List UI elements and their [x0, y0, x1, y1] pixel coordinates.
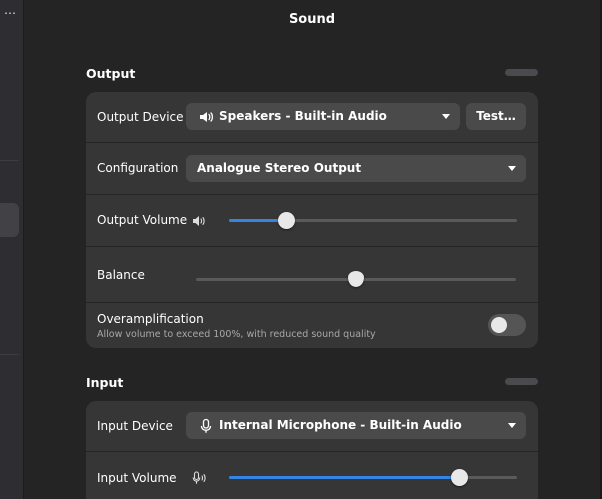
input-volume-slider[interactable]	[229, 469, 517, 487]
microphone-icon	[200, 418, 212, 433]
output-device-value: Speakers - Built-in Audio	[219, 109, 387, 123]
slider-handle[interactable]	[278, 212, 296, 229]
chevron-down-icon	[442, 114, 450, 119]
input-device-dropdown[interactable]: Internal Microphone - Built-in Audio	[186, 412, 526, 439]
switch-thumb	[491, 317, 507, 333]
output-device-dropdown[interactable]: Speakers - Built-in Audio	[186, 103, 460, 130]
input-volume-row: Input Volume	[86, 452, 538, 499]
input-device-label: Input Device	[97, 419, 173, 433]
test-button[interactable]: Test…	[466, 103, 526, 130]
balance-row: Balance	[86, 247, 538, 302]
microphone-volume-icon	[192, 471, 206, 484]
balance-slider[interactable]	[196, 271, 516, 289]
overamplification-switch[interactable]	[488, 314, 526, 336]
output-volume-slider[interactable]	[229, 212, 517, 230]
input-heading: Input	[86, 375, 124, 390]
output-section-indicator	[505, 69, 538, 76]
input-device-row: Input Device Internal Microphone - Built…	[86, 401, 538, 451]
page-title: Sound	[288, 12, 336, 27]
speaker-volume-icon	[193, 216, 205, 226]
sidebar-menu-icon[interactable]: ⋯	[0, 6, 16, 20]
overamplification-label: Overamplification	[97, 312, 204, 326]
configuration-dropdown[interactable]: Analogue Stereo Output	[186, 155, 526, 182]
header-bar: Sound	[24, 0, 600, 42]
output-card: Output Device Speakers - Built-in Audio …	[86, 92, 538, 348]
chevron-down-icon	[508, 423, 516, 428]
slider-handle[interactable]	[348, 271, 364, 287]
configuration-row: Configuration Analogue Stereo Output	[86, 143, 538, 194]
output-volume-row: Output Volume	[86, 195, 538, 246]
overamplification-row: Overamplification Allow volume to exceed…	[86, 303, 538, 348]
slider-fill	[229, 476, 460, 479]
configuration-label: Configuration	[97, 161, 179, 175]
chevron-down-icon	[508, 166, 516, 171]
speaker-icon	[200, 112, 213, 122]
input-device-value: Internal Microphone - Built-in Audio	[219, 418, 462, 432]
output-heading: Output	[86, 66, 136, 81]
input-volume-label: Input Volume	[97, 471, 177, 485]
sidebar: ⋯	[0, 0, 24, 499]
sidebar-item-sound[interactable]	[0, 203, 19, 237]
output-device-row: Output Device Speakers - Built-in Audio …	[86, 92, 538, 142]
input-section-indicator	[505, 378, 538, 385]
slider-handle[interactable]	[450, 469, 468, 486]
configuration-value: Analogue Stereo Output	[197, 161, 362, 175]
output-device-label: Output Device	[97, 110, 184, 124]
balance-label: Balance	[97, 268, 145, 282]
input-card: Input Device Internal Microphone - Built…	[86, 401, 538, 499]
overamplification-description: Allow volume to exceed 100%, with reduce…	[97, 329, 376, 340]
sidebar-divider	[0, 354, 19, 355]
sidebar-divider	[0, 160, 19, 161]
output-volume-label: Output Volume	[97, 213, 188, 227]
sound-settings-window: ⋯ Sound Output Output Device Speakers - …	[0, 0, 602, 499]
